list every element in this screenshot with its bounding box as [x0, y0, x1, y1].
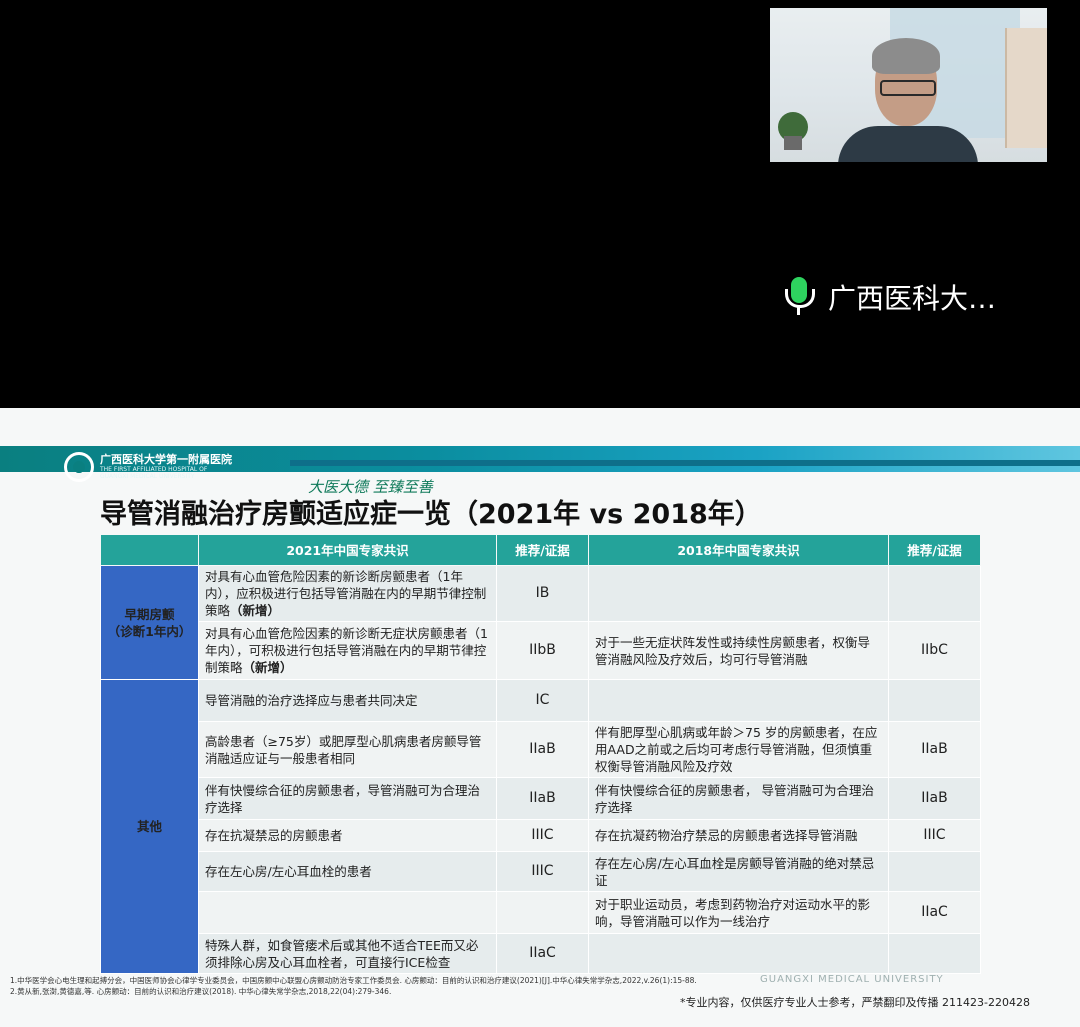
cell-2021-text: 对具有心血管危险因素的新诊断房颤患者（1年内），应积极进行包括导管消融在内的早期… — [198, 565, 497, 622]
cell-2021-text: 对具有心血管危险因素的新诊断无症状房颤患者（1年内），可积极进行包括导管消融在内… — [198, 621, 497, 680]
cell-2021-evidence: IB — [496, 565, 589, 622]
plant-pot — [784, 136, 802, 150]
cell-2021-text: 存在抗凝禁忌的房颤患者 — [198, 819, 497, 852]
cell-2018-evidence — [888, 933, 981, 974]
cell-2018-evidence: IIaB — [888, 777, 981, 820]
cell-2018-text: 存在抗凝药物治疗禁忌的房颤患者选择导管消融 — [588, 819, 889, 852]
cell-2018-evidence: IIaB — [888, 721, 981, 778]
disclaimer-text: *专业内容，仅供医疗专业人士参考，严禁翻印及传播 211423-220428 — [680, 996, 1030, 1009]
table-row: 伴有快慢综合征的房颤患者，导管消融可为合理治疗选择 IIaB 伴有快慢综合征的房… — [101, 777, 981, 820]
header-2018-evidence: 推荐/证据 — [888, 534, 981, 566]
cell-2018-text — [588, 565, 889, 622]
header-2021-consensus: 2021年中国专家共识 — [198, 534, 497, 566]
cell-2021-text: 存在左心房/左心耳血栓的患者 — [198, 851, 497, 892]
table-row: 存在左心房/左心耳血栓的患者 IIIC 存在左心房/左心耳血栓是房颤导管消融的绝… — [101, 851, 981, 892]
cell-2018-text: 伴有快慢综合征的房颤患者， 导管消融可为合理治疗选择 — [588, 777, 889, 820]
cell-2018-evidence — [888, 679, 981, 722]
table-row: 对于职业运动员，考虑到药物治疗对运动水平的影响，导管消融可以作为一线治疗 IIa… — [101, 891, 981, 934]
speaker-glasses — [880, 80, 936, 96]
cell-2021-evidence: IIaB — [496, 777, 589, 820]
hospital-logo: 广西医科大学第一附属医院 THE FIRST AFFILIATED HOSPIT… — [64, 452, 232, 482]
cell-2021-evidence: IIbB — [496, 621, 589, 680]
hospital-name-cn: 广西医科大学第一附属医院 — [100, 453, 232, 466]
table-header-row: 2021年中国专家共识 推荐/证据 2018年中国专家共识 推荐/证据 — [100, 534, 981, 566]
active-speaker-label: 广西医科大… — [782, 276, 996, 318]
table-row: 对具有心血管危险因素的新诊断无症状房颤患者（1年内），可积极进行包括导管消融在内… — [101, 621, 981, 680]
indication-table: 2021年中国专家共识 推荐/证据 2018年中国专家共识 推荐/证据 早期房颤… — [100, 534, 981, 974]
cell-2018-text: 对于一些无症状阵发性或持续性房颤患者，权衡导管消融风险及疗效后，均可行导管消融 — [588, 621, 889, 680]
background-shelf — [1005, 28, 1047, 148]
cell-2021-text: 高龄患者（≥75岁）或肥厚型心肌病患者房颤导管消融适应证与一般患者相同 — [198, 721, 497, 778]
microphone-icon — [782, 277, 816, 317]
cell-2018-evidence: IIaC — [888, 891, 981, 934]
reference-1: 1.中华医学会心电生理和起搏分会，中国医师协会心律学专业委员会，中国房颤中心联盟… — [10, 976, 697, 985]
cell-2021-evidence — [496, 891, 589, 934]
header-stripe — [290, 460, 1080, 466]
cell-2018-text: 伴有肥厚型心肌病或年龄＞75 岁的房颤患者，在应用AAD之前或之后均可考虑行导管… — [588, 721, 889, 778]
speaker-body — [838, 126, 978, 162]
cell-2018-text — [588, 933, 889, 974]
cell-2018-evidence — [888, 851, 981, 892]
speaker-name: 广西医科大… — [828, 282, 997, 315]
cell-2018-evidence: IIIC — [888, 819, 981, 852]
table-row: 存在抗凝禁忌的房颤患者 IIIC 存在抗凝药物治疗禁忌的房颤患者选择导管消融 I… — [101, 819, 981, 852]
hospital-name-en-1: THE FIRST AFFILIATED HOSPITAL OF — [100, 466, 208, 473]
cell-2021-text: 伴有快慢综合征的房颤患者，导管消融可为合理治疗选择 — [198, 777, 497, 820]
category-early-af: 早期房颤 （诊断1年内） — [100, 565, 199, 680]
cell-2018-evidence — [888, 565, 981, 622]
slide-title: 导管消融治疗房颤适应症一览（2021年 vs 2018年） — [100, 499, 762, 530]
header-category — [100, 534, 199, 566]
cell-2021-text: 导管消融的治疗选择应与患者共同决定 — [198, 679, 497, 722]
cell-2021-evidence: IIaB — [496, 721, 589, 778]
cell-2018-text — [588, 679, 889, 722]
header-2018-consensus: 2018年中国专家共识 — [588, 534, 889, 566]
speaker-hair — [872, 38, 940, 74]
cell-2021-evidence: IIIC — [496, 819, 589, 852]
table-row: 特殊人群，如食管瘘术后或其他不适合TEE而又必须排除心房及心耳血栓者，可直接行I… — [101, 933, 981, 974]
cell-2021-evidence: IIaC — [496, 933, 589, 974]
hospital-emblem-icon — [64, 452, 94, 482]
cell-2018-evidence: IIbC — [888, 621, 981, 680]
cell-2021-text — [198, 891, 497, 934]
table-row: 其他 导管消融的治疗选择应与患者共同决定 IC — [100, 679, 981, 974]
cell-2021-evidence: IC — [496, 679, 589, 722]
participant-video-tile[interactable] — [770, 8, 1047, 162]
shared-slide: 广西医科大学第一附属医院 THE FIRST AFFILIATED HOSPIT… — [0, 408, 1080, 1027]
table-row: 高龄患者（≥75岁）或肥厚型心肌病患者房颤导管消融适应证与一般患者相同 IIaB… — [101, 721, 981, 778]
header-2021-evidence: 推荐/证据 — [496, 534, 589, 566]
cell-2021-evidence: IIIC — [496, 851, 589, 892]
hospital-name-en-2: GUANGXI MEDICAL UNIVERSITY — [100, 473, 195, 480]
cell-2018-text: 对于职业运动员，考虑到药物治疗对运动水平的影响，导管消融可以作为一线治疗 — [588, 891, 889, 934]
cell-2021-text: 特殊人群，如食管瘘术后或其他不适合TEE而又必须排除心房及心耳血栓者，可直接行I… — [198, 933, 497, 974]
cell-2018-text: 存在左心房/左心耳血栓是房颤导管消融的绝对禁忌证 — [588, 851, 889, 892]
category-other: 其他 — [100, 679, 199, 974]
table-row: 早期房颤 （诊断1年内） 对具有心血管危险因素的新诊断房颤患者（1年内），应积极… — [100, 565, 981, 680]
